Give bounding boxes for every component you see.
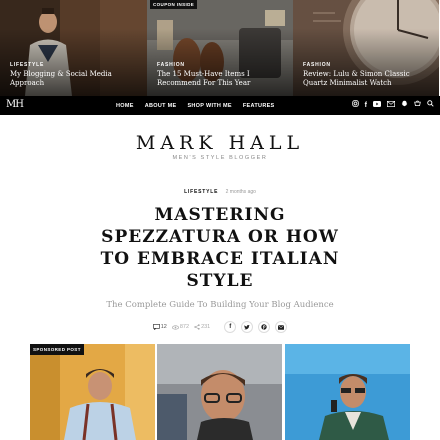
search-icon[interactable] [427,96,434,115]
share-icon [194,324,200,330]
gallery-photo [157,344,283,440]
coupon-badge: COUPON INSIDE [150,0,198,9]
featured-title[interactable]: My Blogging & Social Media Approach [10,70,140,88]
email-icon [278,324,285,330]
main-navbar: MH HOME ABOUT ME SHOP WITH ME FEATURES f [0,96,440,115]
gallery-photo [284,344,410,440]
article-title: Mastering Spezzatura or How to Embrace I… [100,205,340,291]
nav-item-shop-with-me[interactable]: SHOP WITH ME [187,103,231,109]
featured-category[interactable]: Lifestyle [10,62,44,68]
facebook-icon[interactable]: f [365,96,367,115]
pinterest-icon [261,324,267,330]
share-bar: 12 872 231 f [0,320,440,334]
instagram-icon[interactable] [351,96,359,115]
social-icons: f [351,96,434,115]
nav-item-home[interactable]: HOME [116,103,134,109]
gallery-image-2[interactable] [157,344,283,440]
facebook-icon: f [229,324,232,330]
views-count: 872 [171,324,190,330]
featured-title[interactable]: The 15 Must-Have Items I Recommend For T… [157,70,287,88]
article-gallery: SPONSORED POST [30,344,410,440]
site-logo[interactable]: MARK HALL [0,132,440,154]
email-icon[interactable] [387,96,395,115]
share-email-button[interactable] [275,321,288,333]
nav-menu: HOME ABOUT ME SHOP WITH ME FEATURES [116,96,286,115]
share-pinterest-button[interactable] [258,321,271,333]
youtube-icon[interactable] [373,96,381,115]
featured-category[interactable]: Fashion [303,62,331,68]
nav-item-features[interactable]: FEATURES [243,103,275,109]
eye-icon [171,324,179,330]
featured-category[interactable]: Fashion [157,62,185,68]
shares-value: 231 [201,324,211,330]
share-facebook-button[interactable]: f [224,321,237,333]
share-twitter-button[interactable] [241,321,254,333]
views-value: 872 [179,324,190,330]
featured-post-1[interactable]: Lifestyle My Blogging & Social Media App… [0,0,147,96]
comment-icon [152,324,160,330]
shares-count: 231 [194,324,210,330]
featured-post-2[interactable]: COUPON INSIDE Fashion The 15 Must-Have I… [147,0,293,96]
comments-count[interactable]: 12 [152,324,167,330]
snapchat-icon[interactable] [401,96,408,115]
comments-value: 12 [160,324,167,330]
gallery-image-3[interactable] [284,344,410,440]
article-time: 2 months ago [225,189,256,195]
site-tagline: MEN'S STYLE BLOGGER [172,155,268,161]
article-subtitle: The Complete Guide To Building Your Blog… [106,300,334,310]
gallery-image-1[interactable]: SPONSORED POST [30,344,155,440]
nav-item-about-me[interactable]: ABOUT ME [145,103,177,109]
twitter-icon [244,324,251,329]
sponsored-post-badge: SPONSORED POST [30,344,84,355]
featured-title[interactable]: Review: Lulu & Simon Classic Quartz Mini… [303,70,433,88]
gallery-photo [30,344,155,440]
sponsored-label: SPONSORED POST [33,347,81,352]
article-meta: LIFESTYLE 2 months ago [0,189,440,195]
cart-icon[interactable] [414,96,421,115]
article-category[interactable]: LIFESTYLE [184,189,218,195]
featured-posts-strip: Lifestyle My Blogging & Social Media App… [0,0,440,96]
featured-post-3[interactable]: Fashion Review: Lulu & Simon Classic Qua… [293,0,439,96]
site-logo-small[interactable]: MH [6,99,24,110]
